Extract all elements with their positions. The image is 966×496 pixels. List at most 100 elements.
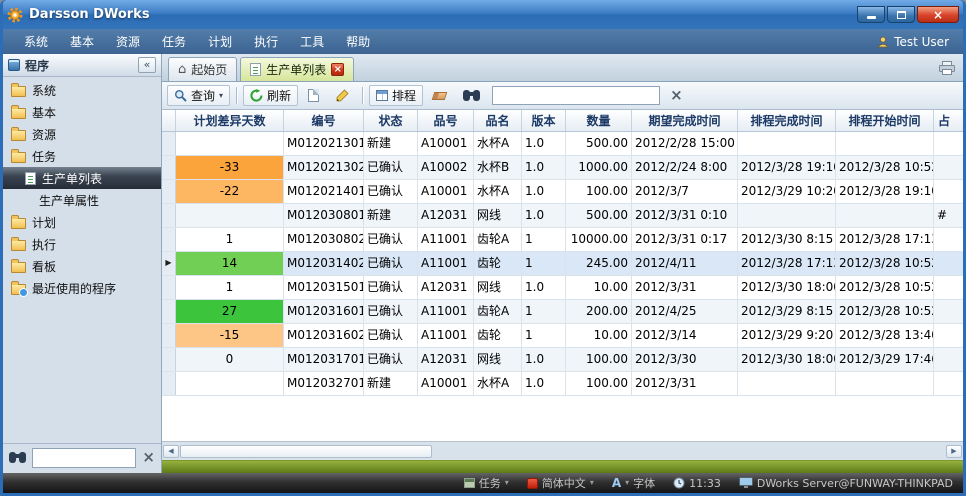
sidebar-item-2[interactable]: 资源 (3, 123, 161, 145)
toolbar-search-input[interactable] (492, 86, 660, 105)
menu-item-2[interactable]: 基本 (59, 29, 105, 54)
cell-clip (934, 132, 963, 155)
tab-production-order-list[interactable]: 生产单列表 × (240, 57, 354, 81)
eraser-icon (432, 92, 448, 100)
menu-item-1[interactable]: 系统 (13, 29, 59, 54)
cell-no: M012021401 (284, 180, 364, 203)
sidebar-item-0[interactable]: 系统 (3, 79, 161, 101)
menu-item-8[interactable]: 帮助 (335, 29, 381, 54)
status-task[interactable]: 任务 ▾ (464, 475, 509, 491)
table-row[interactable]: 27M012031601已确认A11001齿轮A1200.002012/4/25… (162, 300, 963, 324)
tab-home[interactable]: ⌂ 起始页 (168, 57, 237, 81)
menu-item-3[interactable]: 资源 (105, 29, 151, 54)
column-header-4[interactable]: 品名 (474, 110, 522, 131)
main-panel: ⌂ 起始页 生产单列表 × (162, 54, 963, 473)
find-icon (9, 452, 26, 463)
sidebar-item-4[interactable]: 生产单列表 (3, 167, 161, 189)
status-language[interactable]: 简体中文 ▾ (527, 475, 594, 491)
printer-icon[interactable] (939, 61, 955, 75)
table-row[interactable]: M012030801新建A12031网线1.0500.002012/3/31 0… (162, 204, 963, 228)
column-header-9[interactable]: 排程开始时间 (836, 110, 934, 131)
cell-qty: 245.00 (566, 252, 632, 275)
sidebar: 程序 « 系统基本资源任务生产单列表生产单属性计划执行看板最近使用的程序 × (3, 54, 162, 473)
column-header-3[interactable]: 品号 (418, 110, 474, 131)
table-row[interactable]: ▶14M012031402已确认A11001齿轮1245.002012/4/11… (162, 252, 963, 276)
menu-item-4[interactable]: 任务 (151, 29, 197, 54)
cell-start: 2012/3/28 10:52 (836, 156, 934, 179)
table-row[interactable]: 1M012030802已确认A11001齿轮A110000.002012/3/3… (162, 228, 963, 252)
folder-icon (11, 130, 26, 141)
cell-name: 网线 (474, 204, 522, 227)
sidebar-item-label: 资源 (32, 126, 56, 143)
cell-start: 2012/3/29 17:46 (836, 348, 934, 371)
table-row[interactable]: 0M012031701已确认A12031网线1.0100.002012/3/30… (162, 348, 963, 372)
scroll-left-button[interactable]: ◀ (163, 445, 179, 458)
schedule-button[interactable]: 排程 (369, 85, 423, 106)
sidebar-item-6[interactable]: 计划 (3, 211, 161, 233)
query-button[interactable]: 查询 ▾ (167, 85, 230, 106)
scrollbar-thumb[interactable] (180, 445, 432, 458)
sidebar-search-input[interactable] (32, 448, 136, 468)
cell-pn: A12031 (418, 204, 474, 227)
status-font[interactable]: A ▾ 字体 (612, 475, 655, 491)
cell-end: 2012/3/29 9:20 (738, 324, 836, 347)
table-row[interactable]: -33M012021302已确认A10002水杯B1.01000.002012/… (162, 156, 963, 180)
column-header-1[interactable]: 编号 (284, 110, 364, 131)
table-row[interactable]: 1M012031501已确认A12031网线1.010.002012/3/312… (162, 276, 963, 300)
sidebar-header: 程序 « (3, 54, 161, 77)
sidebar-item-8[interactable]: 看板 (3, 255, 161, 277)
sidebar-search-clear-icon[interactable]: × (142, 450, 155, 465)
column-header-0[interactable]: 计划差异天数 (176, 110, 284, 131)
cell-diff: 1 (176, 276, 284, 299)
table-row[interactable]: -22M012021401已确认A10001水杯A1.0100.002012/3… (162, 180, 963, 204)
menu-item-5[interactable]: 计划 (197, 29, 243, 54)
cell-pn: A10001 (418, 132, 474, 155)
column-header-7[interactable]: 期望完成时间 (632, 110, 738, 131)
cell-clip (934, 300, 963, 323)
menu-bar: 系统基本资源任务计划执行工具帮助 Test User (3, 29, 963, 54)
scroll-right-button[interactable]: ▶ (946, 445, 962, 458)
sidebar-item-3[interactable]: 任务 (3, 145, 161, 167)
row-marker (162, 204, 176, 227)
menu-item-7[interactable]: 工具 (289, 29, 335, 54)
minimize-button[interactable] (857, 6, 885, 23)
scrollbar-track[interactable] (180, 445, 945, 458)
collapse-sidebar-button[interactable]: « (138, 57, 156, 73)
sidebar-item-label: 执行 (32, 236, 56, 253)
refresh-button[interactable]: 刷新 (243, 85, 298, 106)
cell-pn: A11001 (418, 324, 474, 347)
sidebar-item-9[interactable]: 最近使用的程序 (3, 277, 161, 299)
menu-item-6[interactable]: 执行 (243, 29, 289, 54)
cell-start: 2012/3/28 10:52 (836, 252, 934, 275)
table-row[interactable]: M012032701新建A10001水杯A1.0100.002012/3/31 (162, 372, 963, 396)
task-label: 任务 (479, 475, 501, 491)
table-row[interactable]: -15M012031602已确认A11001齿轮110.002012/3/142… (162, 324, 963, 348)
column-header-2[interactable]: 状态 (364, 110, 418, 131)
sidebar-item-7[interactable]: 执行 (3, 233, 161, 255)
tab-close-icon[interactable]: × (331, 63, 344, 76)
new-button[interactable] (301, 85, 326, 106)
tab-bar: ⌂ 起始页 生产单列表 × (162, 54, 963, 82)
cell-start (836, 372, 934, 395)
sidebar-item-5[interactable]: 生产单属性 (3, 189, 161, 211)
cell-diff (176, 372, 284, 395)
maximize-button[interactable] (887, 6, 915, 23)
find-button[interactable] (456, 85, 487, 106)
column-header-6[interactable]: 数量 (566, 110, 632, 131)
cell-start (836, 204, 934, 227)
toolbar-search-clear-button[interactable]: × (663, 85, 690, 106)
column-header-clipped[interactable]: 占 (934, 110, 963, 131)
column-header-8[interactable]: 排程完成时间 (738, 110, 836, 131)
user-indicator[interactable]: Test User (877, 35, 953, 49)
eraser-button[interactable] (426, 85, 453, 106)
cell-clip (934, 156, 963, 179)
maximize-icon (897, 11, 906, 19)
column-header-5[interactable]: 版本 (522, 110, 566, 131)
cell-expect: 2012/2/24 8:00 (632, 156, 738, 179)
close-button[interactable]: × (917, 6, 959, 23)
table-row[interactable]: M012021301新建A10001水杯A1.0500.002012/2/28 … (162, 132, 963, 156)
menu-bar-items: 系统基本资源任务计划执行工具帮助 (13, 29, 381, 54)
horizontal-scrollbar[interactable]: ◀ ▶ (162, 441, 963, 460)
edit-button[interactable] (329, 85, 356, 106)
sidebar-item-1[interactable]: 基本 (3, 101, 161, 123)
